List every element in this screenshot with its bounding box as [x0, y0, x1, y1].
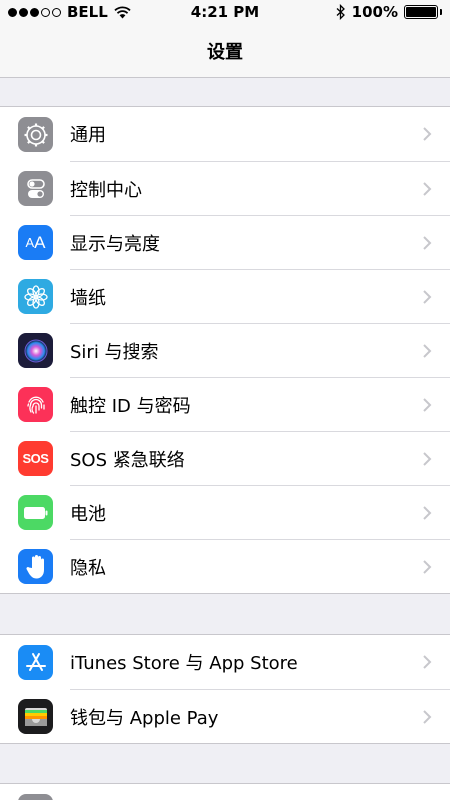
- settings-item-label: SOS 紧急联络: [70, 449, 185, 471]
- chevron-right-icon: [423, 289, 432, 304]
- settings-item-label: 控制中心: [70, 179, 142, 201]
- battery-icon: [404, 5, 442, 19]
- battery-icon: [18, 495, 53, 530]
- settings-item-label: 电池: [70, 503, 106, 525]
- settings-item-general[interactable]: 通用: [0, 107, 450, 161]
- status-left: BELL: [8, 3, 131, 21]
- chevron-right-icon: [423, 709, 432, 724]
- settings-item-touch-id[interactable]: 触控 ID 与密码: [0, 377, 450, 431]
- settings-item-label: 显示与亮度: [70, 233, 160, 255]
- page-title: 设置: [207, 41, 243, 63]
- status-bar: BELL 4:21 PM 100%: [0, 0, 450, 24]
- flower-icon: [18, 279, 53, 314]
- key-icon: [18, 794, 53, 800]
- navigation-bar: 设置: [0, 24, 450, 78]
- settings-item-control-center[interactable]: 控制中心: [0, 161, 450, 215]
- settings-item-itunes-app-store[interactable]: iTunes Store 与 App Store: [0, 635, 450, 689]
- carrier-name: BELL: [67, 3, 108, 21]
- toggles-icon: [18, 171, 53, 206]
- settings-item-wallpaper[interactable]: 墙纸: [0, 269, 450, 323]
- chevron-right-icon: [423, 127, 432, 141]
- settings-item-privacy[interactable]: 隐私: [0, 539, 450, 593]
- battery-percent: 100%: [351, 3, 398, 21]
- settings-item-label: 钱包与 Apple Pay: [70, 707, 219, 729]
- app-store-icon: [18, 645, 53, 680]
- settings-item-label: 隐私: [70, 557, 106, 579]
- settings-item-siri-search[interactable]: Siri 与搜索: [0, 323, 450, 377]
- settings-item-label: 通用: [70, 125, 106, 146]
- settings-item-wallet-apple-pay[interactable]: 钱包与 Apple Pay: [0, 689, 450, 743]
- settings-item-label: iTunes Store 与 App Store: [70, 653, 298, 674]
- chevron-right-icon: [423, 235, 432, 250]
- chevron-right-icon: [423, 451, 432, 466]
- chevron-right-icon: [423, 559, 432, 574]
- wifi-icon: [114, 6, 131, 18]
- chevron-right-icon: [423, 505, 432, 520]
- siri-icon: [18, 333, 53, 368]
- chevron-right-icon: [423, 655, 432, 669]
- sos-icon: SOS: [18, 441, 53, 476]
- chevron-right-icon: [423, 397, 432, 412]
- fingerprint-icon: [18, 387, 53, 422]
- settings-item-label: Siri 与搜索: [70, 341, 159, 363]
- settings-item-battery[interactable]: 电池: [0, 485, 450, 539]
- settings-item-label: 触控 ID 与密码: [70, 395, 191, 417]
- bluetooth-icon: [336, 4, 345, 20]
- signal-strength-icon: [8, 7, 61, 17]
- gear-icon: [18, 117, 53, 152]
- hand-icon: [18, 549, 53, 584]
- chevron-right-icon: [423, 181, 432, 196]
- chevron-right-icon: [423, 343, 432, 358]
- wallet-icon: [18, 699, 53, 734]
- settings-item-label: 墙纸: [70, 287, 106, 309]
- settings-item-passwords[interactable]: [0, 784, 450, 800]
- settings-item-emergency-sos[interactable]: SOS SOS 紧急联络: [0, 431, 450, 485]
- settings-group-3: [0, 783, 450, 800]
- text-size-icon: AA: [18, 225, 53, 260]
- settings-group-1: 通用 控制中心 AA 显示与亮度 墙纸 Siri 与搜索 触控 ID 与密码 S…: [0, 106, 450, 594]
- status-right: 100%: [336, 3, 442, 21]
- settings-item-display-brightness[interactable]: AA 显示与亮度: [0, 215, 450, 269]
- settings-group-2: iTunes Store 与 App Store 钱包与 Apple Pay: [0, 634, 450, 744]
